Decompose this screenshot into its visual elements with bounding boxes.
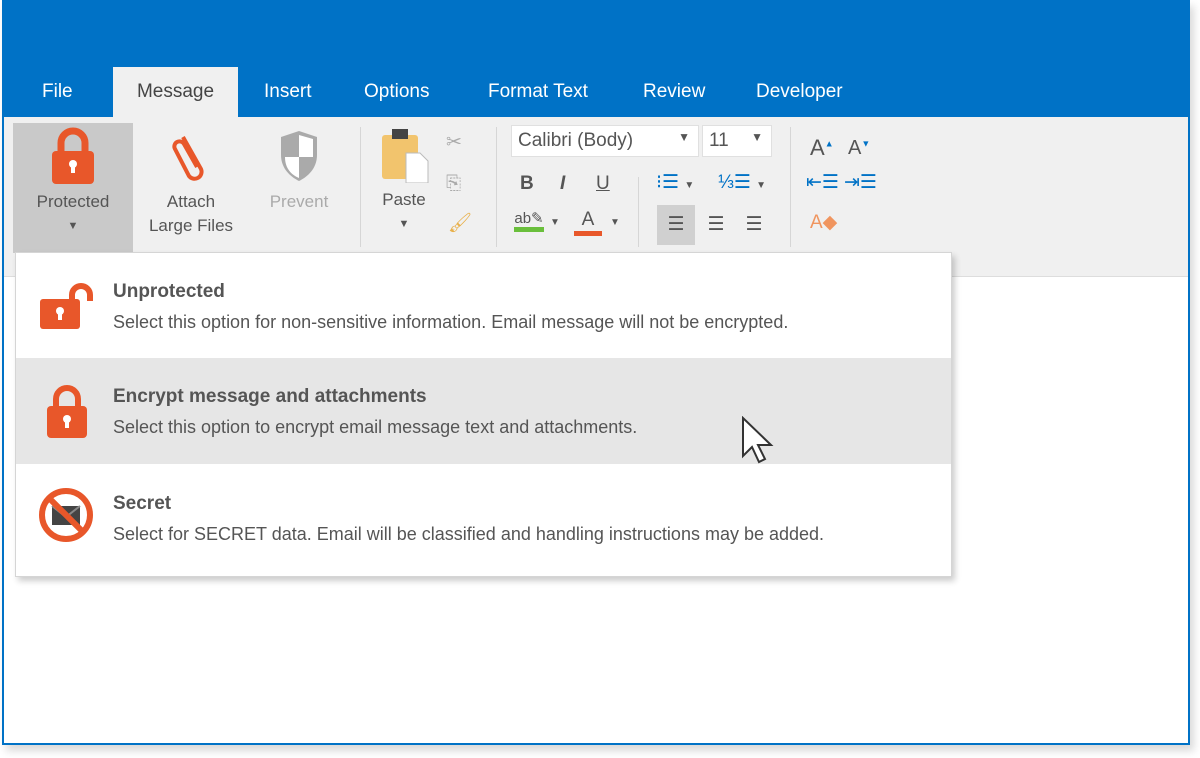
attach-label: Attach	[166, 192, 216, 211]
bold-button[interactable]: B	[520, 173, 534, 195]
copy-icon[interactable]: ⎘	[446, 173, 461, 195]
chevron-down-icon: ▼	[398, 218, 410, 230]
italic-button[interactable]: I	[560, 173, 565, 195]
chevron-down-icon[interactable]: ▼	[610, 217, 620, 228]
menu-item-secret[interactable]: Secret Select for SECRET data. Email wil…	[16, 465, 951, 571]
title-bar: File Message Insert Options Format Text …	[4, 2, 1188, 117]
menu-item-description: Select for SECRET data. Email will be cl…	[113, 524, 825, 544]
divider	[790, 127, 791, 247]
tab-format-text[interactable]: Format Text	[464, 67, 612, 117]
divider	[360, 127, 361, 247]
menu-item-description: Select this option for non-sensitive inf…	[113, 312, 789, 332]
numbering-icon[interactable]: ⅓☰ ▼	[718, 171, 766, 194]
clipboard-icon	[382, 129, 429, 184]
tab-review[interactable]: Review	[619, 67, 729, 117]
menu-item-title: Secret	[113, 493, 172, 514]
clear-formatting-icon[interactable]: A◆	[810, 211, 837, 234]
attach-large-files-button[interactable]: Attach Large Files	[141, 123, 241, 253]
unlocked-icon	[40, 283, 93, 329]
protection-dropdown-menu: Unprotected Select this option for non-s…	[15, 252, 952, 577]
bullets-icon[interactable]: ⁝☰ ▼	[656, 171, 694, 194]
divider	[638, 177, 639, 247]
menu-item-title: Unprotected	[113, 281, 225, 302]
divider	[496, 127, 497, 247]
menu-item-unprotected[interactable]: Unprotected Select this option for non-s…	[16, 253, 951, 359]
shield-icon	[281, 131, 317, 181]
tab-options[interactable]: Options	[340, 67, 453, 117]
no-mail-icon	[39, 488, 93, 542]
align-center-icon[interactable]: ☰	[702, 205, 730, 245]
highlight-icon[interactable]: ab✎	[514, 209, 544, 232]
font-name-value: Calibri (Body)	[518, 130, 634, 151]
increase-indent-icon[interactable]: ⇥☰	[844, 171, 877, 194]
outlook-message-window: File Message Insert Options Format Text …	[2, 0, 1190, 745]
protected-button[interactable]: Protected ▼	[13, 123, 133, 253]
font-name-select[interactable]: Calibri (Body) ▼	[511, 125, 699, 157]
paperclip-icon	[172, 136, 204, 181]
lock-icon	[52, 127, 94, 184]
menu-item-description: Select this option to encrypt email mess…	[113, 417, 638, 437]
font-color-icon[interactable]: A	[574, 209, 602, 236]
menu-item-title: Encrypt message and attachments	[113, 386, 427, 407]
prevent-button[interactable]: Prevent	[249, 123, 349, 253]
cut-icon[interactable]: ✂	[446, 131, 462, 154]
align-right-icon[interactable]: ☰	[740, 205, 768, 245]
grow-font-icon[interactable]: A▲	[810, 135, 834, 161]
tab-file[interactable]: File	[18, 67, 97, 117]
menu-item-encrypt[interactable]: Encrypt message and attachments Select t…	[16, 358, 951, 464]
shrink-font-icon[interactable]: A▼	[848, 137, 870, 160]
lock-icon	[47, 385, 87, 438]
decrease-indent-icon[interactable]: ⇤☰	[806, 171, 839, 194]
chevron-down-icon: ▼	[67, 220, 79, 232]
underline-button[interactable]: U	[596, 173, 610, 195]
prevent-label: Prevent	[269, 192, 329, 211]
protected-label: Protected	[36, 192, 110, 211]
paste-button[interactable]: Paste ▼	[372, 123, 436, 253]
align-left-icon[interactable]: ☰	[657, 205, 695, 245]
font-size-value: 11	[709, 130, 729, 151]
font-size-select[interactable]: 11 ▼	[702, 125, 772, 157]
tab-developer[interactable]: Developer	[732, 67, 867, 117]
tab-message[interactable]: Message	[113, 67, 238, 117]
chevron-down-icon: ▼	[678, 130, 690, 144]
paste-label: Paste	[382, 190, 426, 209]
chevron-down-icon: ▼	[751, 130, 763, 144]
tab-insert[interactable]: Insert	[240, 67, 336, 117]
mouse-cursor-icon	[742, 416, 774, 464]
chevron-down-icon[interactable]: ▼	[550, 217, 560, 228]
attach-label-2: Large Files	[148, 216, 234, 235]
format-painter-icon[interactable]: 🖌	[448, 211, 472, 235]
